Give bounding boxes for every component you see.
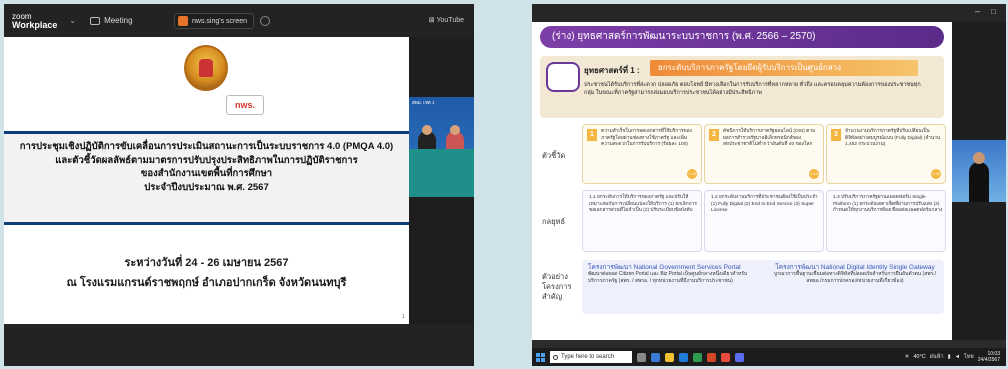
system-tray: ☀ 40°C ฝนฟ้า ▮ ◄ ไทย 10:03 24/4/2567 [904,351,1000,363]
slide-number: 1 [401,314,405,320]
nws-logo: nws. [226,95,264,115]
tactic-text: 1.1 ยกระดับการให้บริการของภาครัฐ และปรับ… [589,195,697,213]
share-indicator: nws.sing's screen [174,13,271,29]
maximize-button[interactable]: □ [991,7,996,16]
weather-temp[interactable]: 40°C [913,354,925,360]
language-indicator[interactable]: ไทย [964,353,974,361]
taskbar-clock[interactable]: 10:03 24/4/2567 [978,351,1000,363]
date-line: ระหว่างวันที่ 24 - 26 เมษายน 2567 [124,257,289,269]
indicator-card: 1 ความสำเร็จในการลดเอกสารที่ใช้บริการของ… [582,124,702,184]
indicator-number: 1 [587,129,597,141]
powerpoint-app-icon[interactable] [707,352,716,362]
indicator-badge: 1.15 [809,169,819,179]
weather-desc: ฝนฟ้า [929,354,944,360]
presentation-slide: nws. การประชุมเชิงปฏิบัติการขับเคลื่อนกา… [4,37,409,324]
teams-app-icon[interactable] [735,352,744,362]
project-item: โครงการพัฒนา National Government Service… [588,264,758,285]
indicator-card: 3 จำนวนงานบริการภาครัฐที่ปรับเปลี่ยนเป็น… [826,124,946,184]
zoom-app-icon[interactable] [651,352,660,362]
row-label-projects: ตัวอย่างโครงการสำคัญ [542,272,572,301]
title-line: และตัวชี้วัดผลลัพธ์ตามมาตรการปรับปรุงประ… [55,154,358,166]
search-placeholder: Type here to search [561,354,615,360]
speaker-face [422,125,432,135]
indicator-badge: 1.20 [687,169,697,179]
indicator-card: 2 ดัชนีการให้บริการภาครัฐออนไลน์ (OSI) ต… [704,124,824,184]
window-titlebar: – □ [532,4,1006,22]
meeting-label: Meeting [104,16,133,25]
indicator-text: จำนวนงานบริการภาครัฐที่ปรับเปลี่ยนเป็นดิ… [845,129,941,147]
network-icon[interactable]: ▮ [948,354,951,360]
strategy-description: ประชาชนได้รับบริการที่สะดวก ปลอดภัย ตอบโ… [584,82,921,96]
edge-browser-icon[interactable] [679,352,688,362]
project-heading: โครงการพัฒนา National Government Service… [588,264,741,271]
chrome-browser-icon[interactable] [721,352,730,362]
indicator-text: ดัชนีการให้บริการภาครัฐออนไลน์ (OSI) ตาม… [723,129,816,147]
share-label: nws.sing's screen [192,17,248,25]
indicator-number: 2 [709,129,719,141]
options-circle-icon[interactable] [260,16,271,26]
meeting-icon [90,16,101,25]
indicator-badge: 1.20 [931,169,941,179]
title-line: ของสำนักงานเขตพื้นที่การศึกษา [140,168,273,179]
indicator-number: 3 [831,129,841,141]
zoom-brand[interactable]: zoom Workplace [12,12,57,30]
strategy-title: ยกระดับบริการภาครัฐโดยยึดผู้รับบริการเป็… [650,60,918,76]
project-heading: โครงการพัฒนา National Digital Identity S… [775,264,935,271]
presentation-window-right: – □ (ร่าง) ยุทธศาสตร์การพัฒนาระบบราชการ … [532,4,1006,366]
tactic-text: 1.3 ปรับบริการภาครัฐผ่านแพลตฟอร์ม Single… [833,195,943,213]
speaker-caption: สพม. เขต 1 [412,100,435,105]
title-line: การประชุมเชิงปฏิบัติการขับเคลื่อนการประเ… [19,141,394,152]
speaker-person [969,162,989,202]
volume-icon[interactable]: ◄ [955,354,960,360]
speaker-face [450,125,460,135]
share-icon [178,16,188,26]
project-item: โครงการพัฒนา National Digital Identity S… [770,264,940,285]
weather-icon: ☀ [904,354,910,360]
windows-taskbar: Type here to search ☀ 40°C ฝนฟ้า ▮ ◄ ไทย… [532,348,1006,366]
slide-title: การประชุมเชิงปฏิบัติการขับเคลื่อนการประเ… [4,131,409,225]
indicator-text: ความสำเร็จในการลดเอกสารที่ใช้บริการของภา… [601,129,692,147]
file-explorer-icon[interactable] [665,352,674,362]
strategy-header: (ร่าง) ยุทธศาสตร์การพัฒนาระบบราชการ (พ.ศ… [540,26,944,48]
speaker-table [409,149,474,197]
row-label-indicators: ตัวชี้วัด [542,151,566,160]
project-text: พัฒนาต่อยอด Citizen Portal และ Biz Porta… [588,271,748,284]
venue-line: ณ โรงแรมแกรนด์ราชพฤกษ์ อำเภอปากเกร็ด จัง… [66,277,347,289]
excel-app-icon[interactable] [693,352,702,362]
youtube-indicator[interactable]: ⊠ YouTube [429,16,464,24]
clock-date: 24/4/2567 [977,357,1000,363]
chevron-down-icon[interactable]: ⌄ [69,16,76,25]
tactic-card: 1.3 ปรับบริการภาครัฐผ่านแพลตฟอร์ม Single… [826,190,946,252]
youtube-label: YouTube [436,17,464,24]
bottom-strip [4,324,474,366]
project-text: บูรณาการพื้นฐานเชื่อมต่อทางดิจิทัลที่ปลอ… [773,271,937,284]
people-group-icon [546,62,580,92]
tactic-card: 1.2 ยกระดับงานบริการที่ประชาชนต้องใช้เป็… [704,190,824,252]
search-icon [553,354,558,360]
zoom-window-left: zoom Workplace ⌄ Meeting nws.sing's scre… [4,4,474,366]
tactic-card: 1.1 ยกระดับการให้บริการของภาครัฐ และปรับ… [582,190,702,252]
meeting-tab[interactable]: Meeting [90,16,133,25]
strategy-label: ยุทธศาสตร์ที่ 1 : [584,66,640,75]
windows-start-icon[interactable] [536,352,545,362]
ministry-emblem-icon [184,45,228,91]
screen-share-pill[interactable]: nws.sing's screen [174,13,255,29]
taskbar-search-input[interactable]: Type here to search [550,351,632,363]
zoom-brand-line2: Workplace [12,19,58,30]
task-view-icon[interactable] [637,352,646,362]
row-label-tactics: กลยุทธ์ [542,217,566,226]
minimize-button[interactable]: – [975,6,980,16]
title-line: ประจำปีงบประมาณ พ.ศ. 2567 [144,181,269,193]
tactic-text: 1.2 ยกระดับงานบริการที่ประชาชนต้องใช้เป็… [711,195,818,213]
speaker-face [973,152,985,164]
zoom-topbar: zoom Workplace ⌄ Meeting nws.sing's scre… [4,4,474,37]
